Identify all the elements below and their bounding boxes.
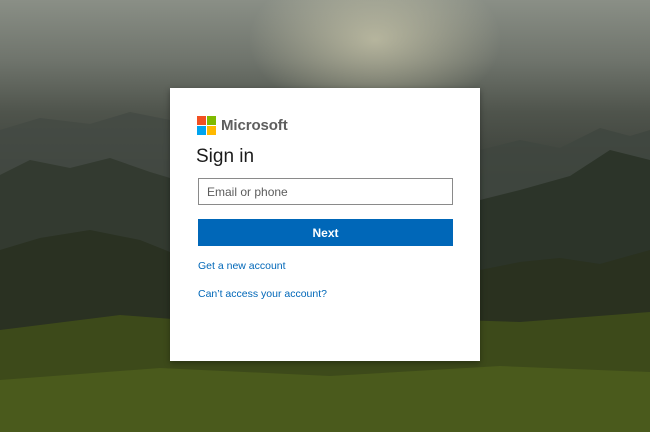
email-field[interactable] [198, 178, 453, 205]
cant-access-account-link[interactable]: Can’t access your account? [198, 288, 327, 300]
logo-green-square [207, 115, 216, 125]
microsoft-brand: Microsoft [197, 115, 288, 135]
logo-red-square [197, 115, 206, 125]
logo-yellow-square [207, 125, 216, 135]
next-button[interactable]: Next [198, 219, 453, 246]
brand-name: Microsoft [221, 116, 288, 134]
get-new-account-link[interactable]: Get a new account [198, 260, 286, 272]
signin-card: Microsoft Sign in Next Get a new account… [170, 88, 480, 361]
page-title: Sign in [196, 146, 255, 167]
logo-blue-square [197, 125, 206, 135]
microsoft-logo-icon [197, 115, 216, 135]
